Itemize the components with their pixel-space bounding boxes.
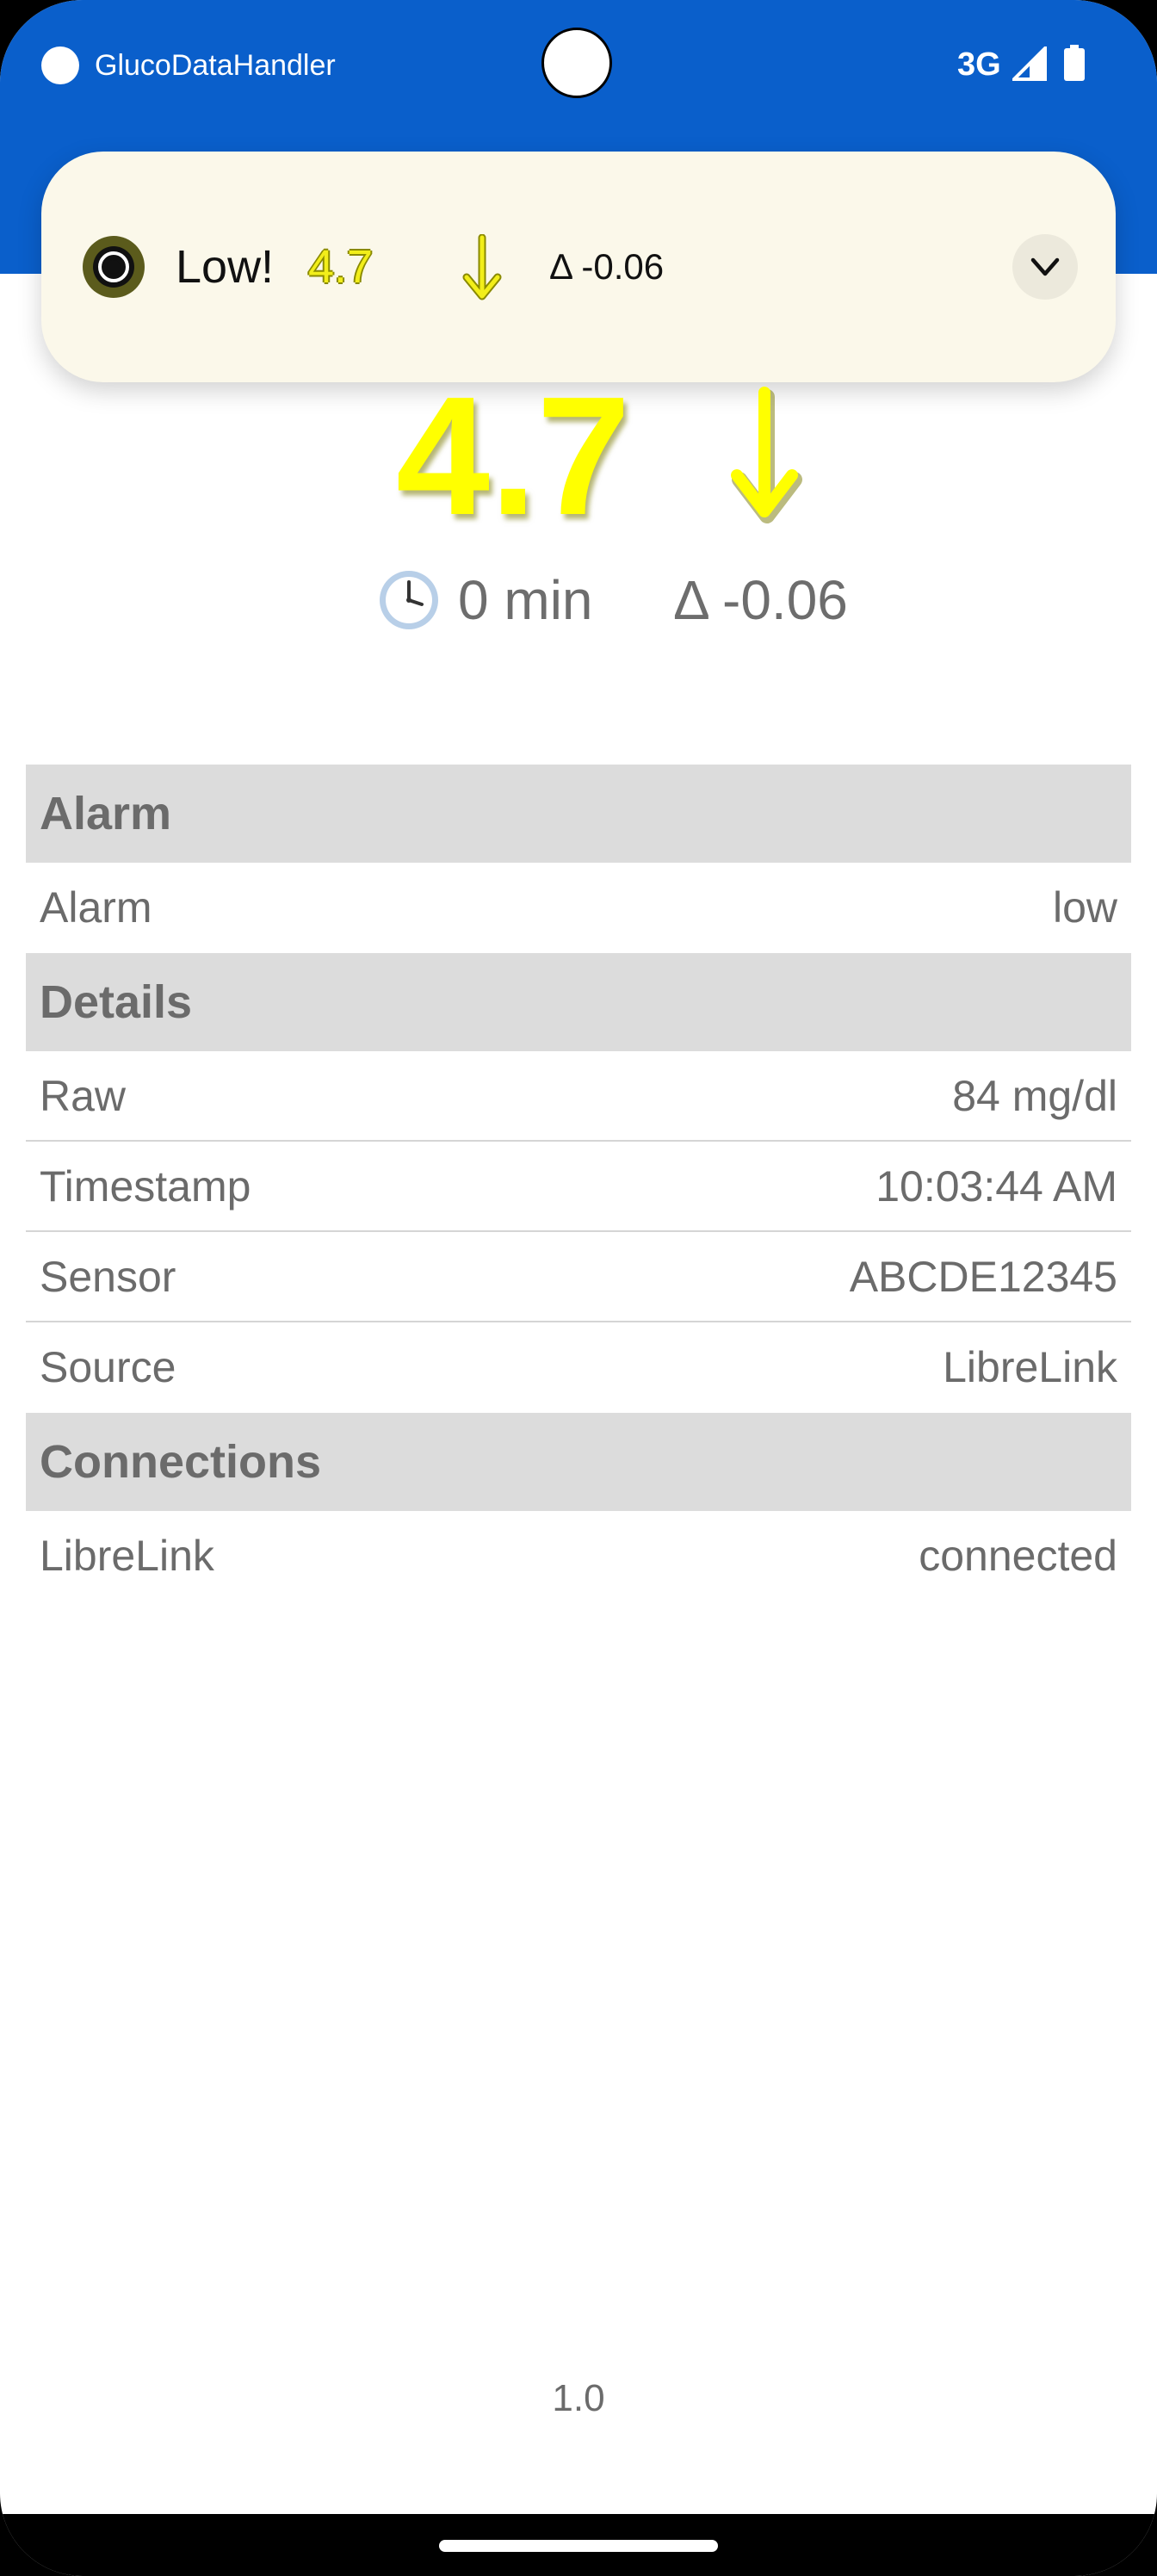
glucose-value: 4.7 bbox=[396, 362, 631, 550]
clock-icon bbox=[380, 571, 438, 629]
camera-cutout bbox=[541, 28, 612, 98]
section-title: Connections bbox=[40, 1436, 322, 1488]
row-value: low bbox=[1052, 883, 1117, 932]
arrow-down-icon bbox=[462, 234, 502, 300]
home-gesture-handle[interactable] bbox=[439, 2540, 718, 2552]
reading-age: 0 min bbox=[458, 569, 593, 631]
row-key: LibreLink bbox=[40, 1532, 214, 1580]
row-key: Timestamp bbox=[40, 1162, 251, 1211]
section-header-details: Details bbox=[26, 953, 1131, 1051]
expand-button[interactable] bbox=[1012, 234, 1078, 300]
phone-screen: GlucoDataHandler 3G Low! 4.7 Δ -0.06 4.7… bbox=[0, 0, 1157, 2576]
row-value: 10:03:44 AM bbox=[875, 1162, 1117, 1211]
glucose-delta: Δ -0.06 bbox=[673, 569, 848, 631]
table-row: Raw 84 mg/dl bbox=[26, 1051, 1131, 1142]
section-title: Alarm bbox=[40, 788, 172, 839]
notification-delta: Δ -0.06 bbox=[549, 246, 665, 287]
app-version: 1.0 bbox=[552, 2377, 605, 2419]
row-key: Alarm bbox=[40, 883, 152, 932]
table-row: Source LibreLink bbox=[26, 1322, 1131, 1413]
table-row: Timestamp 10:03:44 AM bbox=[26, 1142, 1131, 1232]
row-value: ABCDE12345 bbox=[849, 1253, 1117, 1301]
section-title: Details bbox=[40, 976, 193, 1028]
status-bar: GlucoDataHandler 3G bbox=[0, 0, 1157, 129]
network-type: 3G bbox=[957, 46, 1001, 83]
app-icon bbox=[83, 236, 145, 298]
info-table: Alarm Alarm low Details Raw 84 mg/dl Tim… bbox=[26, 765, 1131, 1601]
signal-icon bbox=[1012, 46, 1047, 81]
row-value: 84 mg/dl bbox=[952, 1072, 1117, 1120]
row-key: Raw bbox=[40, 1072, 127, 1120]
notification-glucose-value: 4.7 bbox=[308, 241, 374, 293]
table-row[interactable]: LibreLink connected bbox=[26, 1511, 1131, 1601]
status-app-name: GlucoDataHandler bbox=[95, 49, 336, 82]
row-value: LibreLink bbox=[943, 1343, 1117, 1391]
row-value: connected bbox=[919, 1532, 1117, 1580]
section-header-alarm: Alarm bbox=[26, 765, 1131, 863]
glucose-notification[interactable]: Low! 4.7 Δ -0.06 bbox=[41, 152, 1116, 382]
status-app-icon bbox=[41, 46, 79, 84]
battery-icon bbox=[1064, 45, 1085, 81]
arrow-down-icon bbox=[731, 387, 802, 523]
table-row: Sensor ABCDE12345 bbox=[26, 1232, 1131, 1322]
section-header-connections: Connections bbox=[26, 1413, 1131, 1511]
table-row: Alarm low bbox=[26, 863, 1131, 953]
row-key: Sensor bbox=[40, 1253, 176, 1301]
chevron-down-icon bbox=[1030, 257, 1060, 276]
row-key: Source bbox=[40, 1343, 176, 1391]
notification-title: Low! bbox=[176, 241, 275, 293]
